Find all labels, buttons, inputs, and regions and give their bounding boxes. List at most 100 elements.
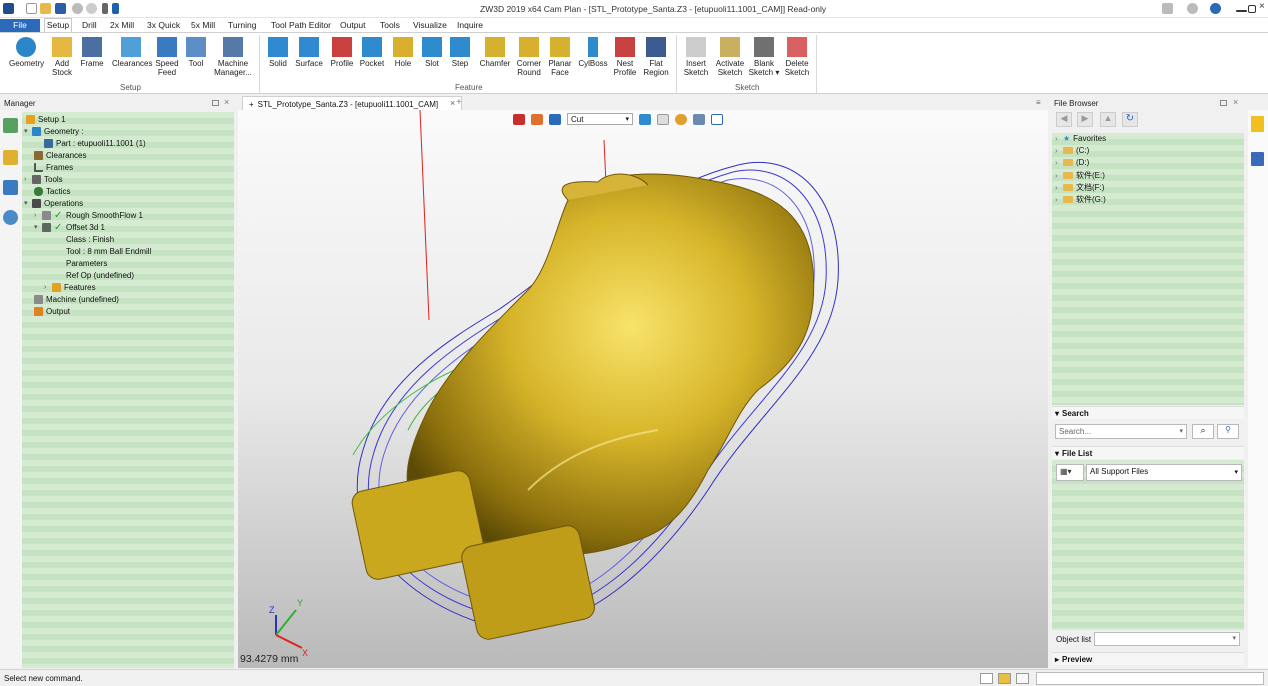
menu-inquire[interactable]: Inquire [457, 19, 483, 32]
frame-button[interactable]: Frame [75, 37, 109, 68]
graphics-viewport[interactable]: Cut ▾ Z Y X 93.4279 mm [238, 110, 1048, 668]
drive-c-item[interactable]: › (C:) [1055, 146, 1089, 155]
tree-item-tactics[interactable]: Tactics [34, 185, 70, 197]
expand-icon[interactable]: › [24, 176, 32, 183]
menu-3x-quick[interactable]: 3x Quick [147, 19, 180, 32]
tree-item-parameters[interactable]: Parameters [66, 257, 107, 269]
drive-d-item[interactable]: › (D:) [1055, 158, 1089, 167]
tree-item-machine[interactable]: Machine (undefined) [34, 293, 119, 305]
solid-feature-button[interactable]: Solid [261, 37, 295, 68]
menu-file[interactable]: File [0, 19, 40, 32]
add-stock-button[interactable]: Add Stock [45, 37, 79, 77]
command-input[interactable] [1036, 672, 1264, 685]
blank-sketch-button[interactable]: Blank Sketch ▾ [747, 37, 781, 77]
collapse-icon[interactable]: ▾ [34, 223, 42, 231]
menu-tool-path-editor[interactable]: Tool Path Editor [271, 19, 331, 32]
document-tab[interactable]: + STL_Prototype_Santa.Z3 - [etupuoli11.10… [242, 96, 462, 110]
nest-profile-feature-button[interactable]: Nest Profile [608, 37, 642, 77]
tree-item-class[interactable]: Class : Finish [66, 233, 114, 245]
run-icon[interactable] [112, 3, 119, 14]
tree-item-frames[interactable]: Frames [34, 161, 73, 173]
save-icon[interactable] [55, 3, 66, 14]
tree-item-tools[interactable]: › Tools [24, 173, 63, 185]
redo-icon[interactable] [86, 3, 97, 14]
close-icon[interactable]: × [1259, 1, 1267, 12]
home-icon[interactable] [1162, 3, 1173, 14]
image-icon[interactable] [3, 180, 18, 195]
collapse-icon[interactable]: ▾ [24, 127, 32, 135]
pocket-feature-button[interactable]: Pocket [355, 37, 389, 68]
new-tab-icon[interactable]: + [456, 97, 462, 108]
menu-drill[interactable]: Drill [82, 19, 97, 32]
tree-item-rough-smoothflow[interactable]: › ✓ Rough SmoothFlow 1 [34, 209, 143, 221]
tree-item-setup[interactable]: Setup 1 [26, 113, 66, 125]
window-icon[interactable] [1016, 673, 1029, 684]
menu-turning[interactable]: Turning [228, 19, 257, 32]
tree-item-tool[interactable]: Tool : 8 mm Ball Endmill [66, 245, 151, 257]
machine-manager-button[interactable]: Machine Manager... [212, 37, 254, 77]
cam-model-view[interactable]: Z Y X [238, 110, 1048, 668]
drive-g-item[interactable]: › 软件(G:) [1055, 194, 1106, 205]
tree-item-ref-op[interactable]: Ref Op (undefined) [66, 269, 134, 281]
tree-item-offset-3d[interactable]: ▾ ✓ Offset 3d 1 [34, 221, 105, 233]
corner-round-feature-button[interactable]: Corner Round [512, 37, 546, 77]
step-feature-button[interactable]: Step [443, 37, 477, 68]
maximize-icon[interactable] [1248, 5, 1256, 13]
note-icon[interactable] [1251, 116, 1264, 132]
panel-float-icon[interactable] [1220, 100, 1227, 106]
up-icon[interactable]: ▲ [1100, 112, 1116, 127]
search-icon[interactable]: ⌕ [1192, 424, 1214, 439]
menu-tools[interactable]: Tools [380, 19, 400, 32]
insert-sketch-button[interactable]: Insert Sketch [679, 37, 713, 77]
new-file-icon[interactable] [26, 3, 37, 14]
search-input[interactable]: Search... ▾ [1055, 424, 1187, 439]
menu-output[interactable]: Output [340, 19, 366, 32]
clearances-button[interactable]: Clearances [112, 37, 152, 68]
menu-visualize[interactable]: Visualize [413, 19, 447, 32]
menu-setup[interactable]: Setup [44, 18, 72, 33]
menu-5x-mill[interactable]: 5x Mill [191, 19, 215, 32]
drive-f-item[interactable]: › 文档(F:) [1055, 182, 1104, 193]
user-icon[interactable] [3, 210, 18, 225]
flat-region-feature-button[interactable]: Flat Region [639, 37, 673, 77]
tree-item-clearances[interactable]: Clearances [34, 149, 86, 161]
planar-face-feature-button[interactable]: Planar Face [543, 37, 577, 77]
advanced-search-icon[interactable]: ⚲ [1217, 424, 1239, 439]
chamfer-feature-button[interactable]: Chamfer [476, 37, 514, 68]
object-list-select[interactable]: ▾ [1094, 632, 1240, 646]
activate-sketch-button[interactable]: Activate Sketch [713, 37, 747, 77]
view-mode-select[interactable]: ▦▾ [1056, 464, 1084, 481]
search-section-header[interactable]: ▾ Search [1052, 406, 1244, 419]
tab-list-icon[interactable]: ≡ [1036, 98, 1041, 107]
collapse-icon[interactable]: ▾ [24, 199, 32, 207]
expand-icon[interactable]: › [44, 284, 52, 291]
surface-feature-button[interactable]: Surface [292, 37, 326, 68]
forward-icon[interactable]: ▶ [1077, 112, 1093, 127]
drive-e-item[interactable]: › 软件(E:) [1055, 170, 1105, 181]
cam-tree-icon[interactable] [3, 118, 18, 133]
minimize-icon[interactable] [1236, 10, 1247, 12]
library-icon[interactable] [1251, 152, 1264, 166]
tree-item-operations[interactable]: ▾ Operations [24, 197, 83, 209]
expand-icon[interactable]: › [34, 212, 42, 219]
tree-item-output[interactable]: Output [34, 305, 70, 317]
pin-icon[interactable]: + [249, 100, 254, 109]
quick-access-more-icon[interactable] [102, 3, 108, 14]
tree-item-features[interactable]: › Features [44, 281, 96, 293]
layout-icon[interactable] [980, 673, 993, 684]
preview-section-header[interactable]: ▸ Preview [1052, 652, 1244, 665]
refresh-icon[interactable]: ↻ [1122, 112, 1138, 127]
delete-sketch-button[interactable]: Delete Sketch [780, 37, 814, 77]
panel-float-icon[interactable] [212, 100, 219, 106]
file-filter-select[interactable]: All Support Files ▾ [1086, 464, 1242, 481]
favorites-item[interactable]: › ★ Favorites [1055, 134, 1106, 143]
tree-item-part[interactable]: Part : etupuoli11.1001 (1) [44, 137, 146, 149]
settings-icon[interactable] [1187, 3, 1198, 14]
geometry-button[interactable]: Geometry [9, 37, 44, 68]
panel-close-icon[interactable]: × [224, 97, 229, 107]
part-icon[interactable] [3, 150, 18, 165]
back-icon[interactable]: ◀ [1056, 112, 1072, 127]
cylboss-feature-button[interactable]: CylBoss [576, 37, 610, 68]
undo-icon[interactable] [72, 3, 83, 14]
tool-button[interactable]: Tool [179, 37, 213, 68]
